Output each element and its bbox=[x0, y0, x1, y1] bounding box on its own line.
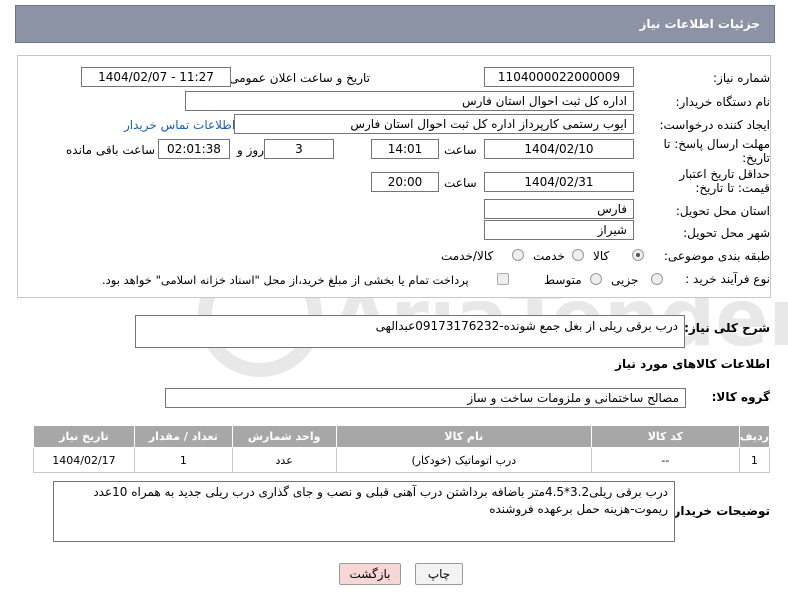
cell-item-code: -- bbox=[591, 447, 740, 473]
cell-item-name: درب اتوماتیک (خودکار) bbox=[335, 447, 593, 473]
province-label: استان محل تحویل: bbox=[675, 204, 770, 218]
remaining-time-field: 02:01:38 bbox=[158, 139, 230, 159]
category-radio-goods-service[interactable] bbox=[512, 249, 524, 261]
category-option-goods: کالا bbox=[593, 249, 610, 263]
purchase-radio-minor[interactable] bbox=[651, 273, 663, 285]
need-number-label: شماره نیاز: bbox=[713, 71, 770, 85]
category-label: طبقه بندی موضوعی: bbox=[663, 249, 770, 263]
category-radio-goods[interactable] bbox=[632, 249, 644, 261]
summary-textarea[interactable]: درب برقی ریلی از بغل جمع شونده-091731762… bbox=[135, 315, 685, 348]
validity-time-label: ساعت bbox=[444, 176, 477, 190]
table-header-row: تاریخ نیاز تعداد / مقدار واحد شمارش نام … bbox=[33, 425, 771, 448]
page-header: جزئیات اطلاعات نیاز bbox=[15, 5, 775, 43]
buyer-notes-label: توضیحات خریدار: bbox=[668, 504, 770, 518]
city-label: شهر محل تحویل: bbox=[683, 226, 770, 240]
need-number-field: 1104000022000009 bbox=[484, 67, 634, 87]
deadline-time-field: 14:01 bbox=[371, 139, 439, 159]
validity-label: حداقل تاریخ اعتبار قیمت: تا تاریخ: bbox=[679, 167, 770, 195]
goods-group-label: گروه کالا: bbox=[711, 390, 770, 404]
print-button[interactable]: چاپ bbox=[415, 563, 463, 585]
header-need-date: تاریخ نیاز bbox=[33, 425, 135, 448]
requester-label: ایجاد کننده درخواست: bbox=[659, 118, 770, 132]
header-unit: واحد شمارش bbox=[231, 425, 337, 448]
category-option-service: خدمت bbox=[533, 249, 565, 263]
purchase-option-minor: جزیی bbox=[611, 273, 639, 287]
purchase-radio-medium[interactable] bbox=[590, 273, 602, 285]
cell-quantity: 1 bbox=[133, 447, 233, 473]
summary-label: شرح کلی نیاز: bbox=[684, 321, 770, 335]
days-label: روز و bbox=[237, 143, 264, 157]
buyer-notes-textarea[interactable]: درب برقی ریلی3.2*4.5متر باضافه برداشتن د… bbox=[53, 481, 675, 542]
goods-section-title: اطلاعات کالاهای مورد نیاز bbox=[615, 357, 770, 371]
back-button[interactable]: بازگشت bbox=[339, 563, 401, 585]
cell-need-date: 1404/02/17 bbox=[33, 447, 135, 473]
requester-field: ایوب رستمی کارپرداز اداره کل ثبت احوال ا… bbox=[234, 114, 634, 134]
goods-table: تاریخ نیاز تعداد / مقدار واحد شمارش نام … bbox=[33, 425, 771, 473]
header-item-code: کد کالا bbox=[591, 425, 740, 448]
page-title: جزئیات اطلاعات نیاز bbox=[639, 17, 760, 31]
header-item-name: نام کالا bbox=[335, 425, 593, 448]
validity-date-field: 1404/02/31 bbox=[484, 172, 634, 192]
buyer-org-label: نام دستگاه خریدار: bbox=[675, 95, 771, 109]
remaining-label: ساعت باقی مانده bbox=[66, 143, 156, 157]
header-row-number: ردیف bbox=[738, 425, 771, 448]
treasury-payment-checkbox[interactable] bbox=[497, 273, 509, 285]
purchase-type-label: نوع فرآیند خرید : bbox=[685, 272, 770, 286]
category-option-goods-service: کالا/خدمت bbox=[441, 249, 494, 263]
city-field: شیراز bbox=[484, 220, 634, 240]
contact-info-link[interactable]: اطلاعات تماس خریدار bbox=[124, 118, 235, 132]
payment-note: پرداخت تمام یا بخشی از مبلغ خرید،از محل … bbox=[102, 273, 469, 287]
table-row: 1404/02/17 1 عدد درب اتوماتیک (خودکار) -… bbox=[33, 447, 771, 473]
cell-unit: عدد bbox=[231, 447, 337, 473]
cell-row-number: 1 bbox=[738, 447, 771, 473]
deadline-label: مهلت ارسال پاسخ: تا تاریخ: bbox=[663, 137, 770, 165]
category-radio-service[interactable] bbox=[572, 249, 584, 261]
buyer-org-field: اداره کل ثبت احوال استان فارس bbox=[185, 91, 634, 111]
purchase-option-medium: متوسط bbox=[544, 273, 582, 287]
deadline-time-label: ساعت bbox=[444, 143, 477, 157]
goods-group-field: مصالح ساختمانی و ملزومات ساخت و ساز bbox=[165, 388, 686, 408]
validity-time-field: 20:00 bbox=[371, 172, 439, 192]
header-quantity: تعداد / مقدار bbox=[133, 425, 233, 448]
announce-field: 1404/02/07 - 11:27 bbox=[81, 67, 231, 87]
deadline-date-field: 1404/02/10 bbox=[484, 139, 634, 159]
days-field: 3 bbox=[264, 139, 334, 159]
announce-label: تاریخ و ساعت اعلان عمومی: bbox=[225, 71, 370, 85]
province-field: فارس bbox=[484, 199, 634, 219]
